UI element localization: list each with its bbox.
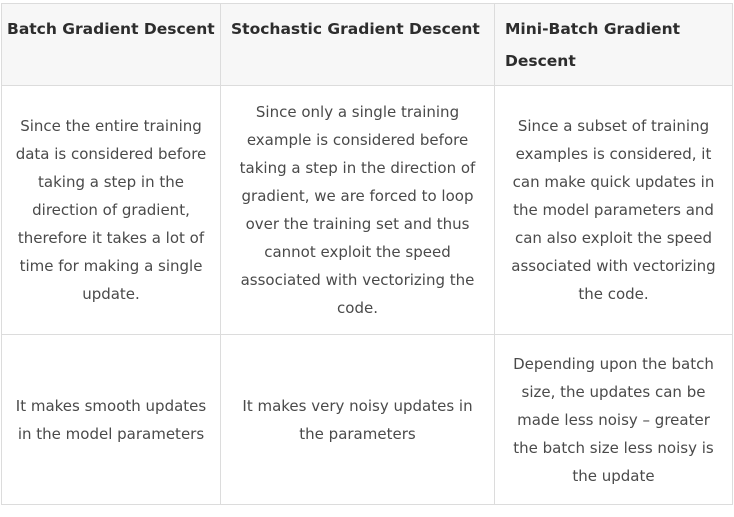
table-row: It makes smooth updates in the model par… xyxy=(1,334,733,505)
header-stochastic-gradient-descent: Stochastic Gradient Descent xyxy=(220,3,495,86)
table-cell: It makes smooth updates in the model par… xyxy=(1,334,221,505)
header-mini-batch-gradient-descent: Mini-Batch Gradient Descent xyxy=(494,3,733,86)
table-cell: It makes very noisy updates in the param… xyxy=(220,334,495,505)
table-cell: Since only a single training example is … xyxy=(220,85,495,335)
table-cell: Since the entire training data is consid… xyxy=(1,85,221,335)
table-cell: Since a subset of training examples is c… xyxy=(494,85,733,335)
table-header-row: Batch Gradient Descent Stochastic Gradie… xyxy=(1,3,733,86)
table-row: Since the entire training data is consid… xyxy=(1,85,733,335)
comparison-table: Batch Gradient Descent Stochastic Gradie… xyxy=(1,3,733,505)
table-cell: Depending upon the batch size, the updat… xyxy=(494,334,733,505)
header-batch-gradient-descent: Batch Gradient Descent xyxy=(1,3,221,86)
